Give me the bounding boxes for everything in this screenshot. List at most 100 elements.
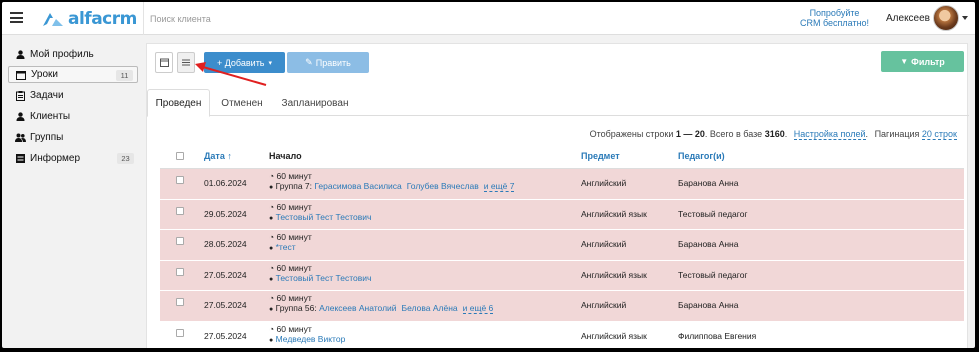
column-teacher[interactable]: Педагог(и) bbox=[678, 151, 725, 161]
select-all-checkbox[interactable] bbox=[176, 152, 184, 160]
table-row[interactable]: 28.05.2024 ◔ 60 минут ● *тест Английский Бар… bbox=[160, 230, 964, 261]
row-checkbox[interactable] bbox=[176, 267, 184, 276]
row-start: ◔ 60 минут ● Медведев Виктор bbox=[269, 324, 350, 344]
sidebar-item-tasks[interactable]: Задачи bbox=[8, 87, 138, 104]
row-subject: Английский bbox=[581, 300, 627, 310]
row-client-link[interactable]: Белова Алёна bbox=[402, 303, 458, 313]
clock-icon: ◔ bbox=[269, 171, 275, 181]
tab-planned[interactable]: Запланирован bbox=[277, 89, 353, 117]
sidebar-item-informer[interactable]: Информер 23 bbox=[8, 150, 138, 167]
filter-button[interactable]: ▼ Фильтр bbox=[881, 51, 964, 72]
tab-cancelled[interactable]: Отменен bbox=[213, 89, 271, 117]
row-start: ◔ 60 минут ● *тест bbox=[269, 232, 312, 252]
search-input[interactable] bbox=[150, 11, 530, 27]
row-checkbox[interactable] bbox=[176, 237, 184, 245]
row-teacher: Баранова Анна bbox=[678, 178, 739, 188]
row-client-link[interactable]: Медведев Виктор bbox=[276, 334, 346, 344]
clock-icon: ◔ bbox=[269, 232, 275, 242]
edit-button[interactable]: ✎ Править bbox=[287, 52, 369, 73]
sidebar-item-profile[interactable]: Мой профиль bbox=[8, 46, 138, 63]
row-duration: 60 минут bbox=[276, 201, 312, 212]
user-dropdown-caret-icon[interactable] bbox=[962, 16, 968, 20]
add-button[interactable]: + Добавить ▾ bbox=[204, 52, 285, 73]
row-checkbox[interactable] bbox=[176, 328, 184, 337]
pagination-label: Пагинация bbox=[874, 129, 920, 139]
list-view-button[interactable] bbox=[177, 52, 195, 73]
user-icon: ● bbox=[269, 214, 274, 222]
row-subject: Английский bbox=[581, 239, 627, 249]
user-icon bbox=[14, 49, 26, 61]
clock-icon: ◔ bbox=[269, 201, 275, 212]
edit-button-label: Править bbox=[315, 57, 351, 68]
calendar-icon bbox=[15, 69, 27, 81]
clock-icon: ◔ bbox=[269, 262, 275, 273]
status-tabs: Проведен Отменен Запланирован bbox=[147, 89, 969, 117]
calendar-icon bbox=[159, 58, 169, 67]
table-row[interactable]: 27.05.2024 ◔ 60 минут ● Тестовый Тест Тест… bbox=[160, 260, 964, 291]
table-row[interactable]: 27.05.2024 ◔ 60 минут ● Медведев Виктор Анг… bbox=[160, 321, 964, 348]
users-icon bbox=[14, 132, 26, 144]
stats-total: 3160 bbox=[764, 129, 785, 139]
row-date: 29.05.2024 bbox=[204, 208, 247, 219]
top-bar: alfacrm Попробуйте CRM бесплатно! Алексе… bbox=[2, 2, 975, 35]
hamburger-menu-icon[interactable] bbox=[10, 12, 23, 23]
user-icon bbox=[14, 111, 26, 123]
row-client-link[interactable]: Тестовый Тест Тестович bbox=[276, 273, 372, 283]
user-name[interactable]: Алексеев bbox=[886, 13, 930, 24]
row-start: ◔ 60 минут ● Группа 56: Алексеев Анатолий… bbox=[269, 293, 494, 314]
stats-middle: . Всего в базе bbox=[704, 129, 765, 139]
pagination-link[interactable]: 20 строк bbox=[921, 129, 957, 140]
row-teacher: Баранова Анна bbox=[678, 300, 739, 310]
try-crm-link[interactable]: Попробуйте CRM бесплатно! bbox=[792, 8, 877, 28]
row-checkbox[interactable] bbox=[176, 176, 184, 184]
row-duration: 60 минут bbox=[276, 262, 312, 273]
clipboard-icon bbox=[14, 90, 26, 102]
field-settings-link[interactable]: Настройка полей bbox=[793, 129, 866, 140]
logo[interactable]: alfacrm bbox=[42, 9, 137, 29]
row-more-link[interactable]: и ещё 6 bbox=[462, 303, 494, 314]
sidebar-badge: 11 bbox=[116, 70, 133, 81]
sidebar-item-clients[interactable]: Клиенты bbox=[8, 108, 138, 125]
row-checkbox[interactable] bbox=[176, 206, 184, 215]
clock-icon: ◔ bbox=[269, 293, 275, 303]
try-crm-line1: Попробуйте bbox=[809, 8, 860, 18]
lessons-table: Дата ↑ Начало Предмет Педагог(и) 01.06.2… bbox=[160, 144, 964, 348]
calendar-view-button[interactable] bbox=[155, 52, 173, 73]
stats-suffix: . bbox=[784, 129, 788, 139]
filter-button-label: Фильтр bbox=[911, 56, 945, 67]
sidebar-badge: 23 bbox=[117, 153, 134, 164]
table-body: 01.06.2024 ◔ 60 минут ● Группа 7: Герасимо… bbox=[160, 169, 964, 348]
header-divider bbox=[143, 2, 144, 35]
user-icon: ● bbox=[269, 336, 274, 344]
row-duration: 60 минут bbox=[276, 232, 312, 242]
row-client-link[interactable]: Алексеев Анатолий bbox=[319, 303, 396, 313]
sidebar-item-groups[interactable]: Группы bbox=[8, 129, 138, 146]
sidebar-item-lessons[interactable]: Уроки 11 bbox=[8, 66, 138, 83]
row-subject: Английский bbox=[581, 178, 627, 188]
row-checkbox[interactable] bbox=[176, 298, 184, 306]
table-row[interactable]: 29.05.2024 ◔ 60 минут ● Тестовый Тест Тест… bbox=[160, 199, 964, 230]
row-group-prefix: Группа 7: bbox=[275, 181, 315, 191]
table-row[interactable]: 01.06.2024 ◔ 60 минут ● Группа 7: Герасимо… bbox=[160, 169, 964, 200]
row-duration: 60 минут bbox=[276, 323, 312, 334]
row-client-link[interactable]: Тестовый Тест Тестович bbox=[276, 212, 372, 222]
sidebar-item-label: Информер bbox=[30, 153, 81, 164]
row-date: 27.05.2024 bbox=[204, 269, 247, 280]
user-icon: ● bbox=[269, 306, 274, 313]
row-start: ◔ 60 минут ● Тестовый Тест Тестович bbox=[269, 263, 376, 283]
row-client-link[interactable]: Голубев Вячеслав bbox=[407, 181, 479, 191]
tab-conducted[interactable]: Проведен bbox=[147, 89, 210, 117]
column-subject[interactable]: Предмет bbox=[581, 151, 620, 161]
column-date[interactable]: Дата ↑ bbox=[204, 151, 232, 161]
avatar[interactable] bbox=[933, 5, 959, 31]
row-duration: 60 минут bbox=[276, 171, 312, 181]
row-more-link[interactable]: и ещё 7 bbox=[483, 181, 515, 192]
row-client-link[interactable]: Герасимова Василиса bbox=[314, 181, 401, 191]
row-duration: 60 минут bbox=[276, 293, 312, 303]
table-row[interactable]: 27.05.2024 ◔ 60 минут ● Группа 56: Алексее… bbox=[160, 291, 964, 322]
row-date: 27.05.2024 bbox=[204, 300, 247, 310]
row-client-link[interactable]: *тест bbox=[276, 242, 296, 252]
pencil-icon: ✎ bbox=[305, 57, 313, 67]
table-header: Дата ↑ Начало Предмет Педагог(и) bbox=[160, 144, 964, 169]
list-icon bbox=[14, 153, 26, 165]
